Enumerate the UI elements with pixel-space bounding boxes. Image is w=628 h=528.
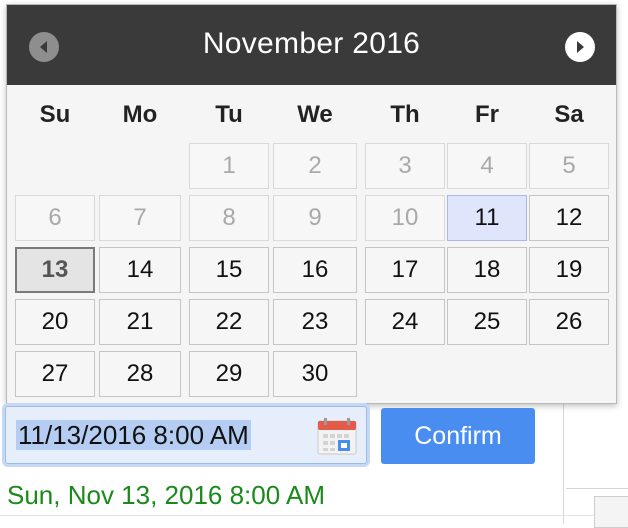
- background-divider: [0, 515, 628, 516]
- calendar-day[interactable]: 16: [273, 247, 357, 293]
- background-panel: [594, 496, 628, 528]
- chevron-right-icon: [577, 41, 584, 53]
- calendar-day[interactable]: 23: [273, 299, 357, 345]
- calendar-day: 9: [273, 195, 357, 241]
- calendar-day[interactable]: 21: [99, 299, 181, 345]
- selected-datetime-result: Sun, Nov 13, 2016 8:00 AM: [7, 480, 325, 510]
- day-of-week-label: Su: [39, 101, 71, 128]
- calendar-day-selected[interactable]: 13: [15, 247, 95, 293]
- day-of-week-label: Sa: [554, 101, 584, 128]
- calendar-icon[interactable]: [317, 417, 357, 455]
- calendar-day[interactable]: 26: [529, 299, 609, 345]
- confirm-button[interactable]: Confirm: [381, 408, 535, 464]
- calendar-day[interactable]: 22: [189, 299, 269, 345]
- calendar-day[interactable]: 25: [447, 299, 527, 345]
- calendar-day: 8: [189, 195, 269, 241]
- calendar-day[interactable]: 17: [365, 247, 445, 293]
- background-divider: [566, 488, 628, 489]
- calendar-day: 6: [15, 195, 95, 241]
- calendar-day: 7: [99, 195, 181, 241]
- calendar-day[interactable]: 24: [365, 299, 445, 345]
- calendar-header: November 2016: [7, 5, 616, 85]
- calendar-day[interactable]: 29: [189, 351, 269, 397]
- calendar-day: 3: [365, 143, 445, 189]
- day-of-week-label: Tu: [215, 101, 243, 128]
- date-picker-popup: November 2016 Su Mo Tu We Th Fr Sa 1 2 3 4 5 6 7 8 9 10…: [6, 4, 617, 404]
- calendar-day[interactable]: 27: [15, 351, 95, 397]
- calendar-day[interactable]: 19: [529, 247, 609, 293]
- calendar-day: 4: [447, 143, 527, 189]
- calendar-day: 10: [365, 195, 445, 241]
- calendar-day: 1: [189, 143, 269, 189]
- calendar-day[interactable]: 14: [99, 247, 181, 293]
- calendar-day-today[interactable]: 11: [447, 195, 527, 241]
- calendar-day[interactable]: 15: [189, 247, 269, 293]
- day-of-week-label: Fr: [475, 101, 499, 128]
- calendar-day: 5: [529, 143, 609, 189]
- next-month-button[interactable]: [565, 32, 595, 62]
- calendar-day[interactable]: 30: [273, 351, 357, 397]
- calendar-day[interactable]: 12: [529, 195, 609, 241]
- datetime-input[interactable]: 11/13/2016 8:00 AM: [5, 406, 367, 464]
- day-of-week-label: Th: [390, 101, 420, 128]
- calendar-day[interactable]: 18: [447, 247, 527, 293]
- day-of-week-label: Mo: [122, 101, 158, 128]
- days-of-week-row: Su Mo Tu We Th Fr Sa: [7, 101, 616, 135]
- datetime-input-value[interactable]: 11/13/2016 8:00 AM: [16, 420, 251, 450]
- day-of-week-label: We: [297, 101, 333, 128]
- background-divider: [563, 400, 564, 524]
- calendar-month-title: November 2016: [202, 27, 421, 60]
- calendar-day[interactable]: 28: [99, 351, 181, 397]
- calendar-day: 2: [273, 143, 357, 189]
- calendar-day[interactable]: 20: [15, 299, 95, 345]
